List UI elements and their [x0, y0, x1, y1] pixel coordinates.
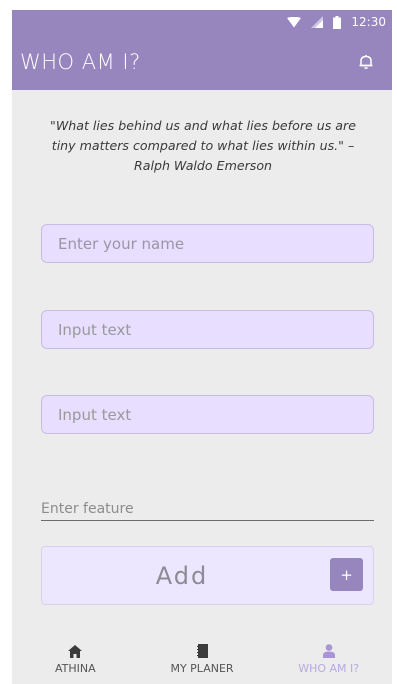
- plus-button[interactable]: +: [330, 558, 363, 591]
- status-bar: 12:30: [12, 10, 392, 34]
- home-icon: [68, 642, 83, 660]
- text-input-1[interactable]: [41, 310, 374, 349]
- signal-icon: [311, 16, 324, 28]
- quote-text: "What lies behind us and what lies befor…: [50, 118, 356, 173]
- nav-label-athina: ATHINA: [55, 662, 96, 675]
- feature-input[interactable]: [41, 497, 374, 521]
- bottom-nav: ATHINA MY PLANER WHO AM I?: [12, 634, 392, 684]
- bell-icon[interactable]: [354, 50, 378, 74]
- page-title: WHO AM I?: [20, 50, 141, 74]
- text-input-2[interactable]: [41, 395, 374, 434]
- add-button[interactable]: Add: [42, 547, 322, 604]
- name-input[interactable]: [41, 224, 374, 263]
- nav-label-my-planer: MY PLANER: [170, 662, 234, 675]
- notebook-icon: [196, 642, 208, 660]
- app-screen: 12:30 WHO AM I? "What lies behind us and…: [12, 10, 392, 684]
- nav-item-athina[interactable]: ATHINA: [12, 634, 139, 684]
- nav-item-my-planer[interactable]: MY PLANER: [139, 634, 266, 684]
- nav-item-who-am-i[interactable]: WHO AM I?: [265, 634, 392, 684]
- wifi-icon: [287, 16, 302, 28]
- person-icon: [322, 642, 335, 660]
- app-bar: WHO AM I?: [12, 34, 392, 90]
- status-time: 12:30: [351, 15, 386, 29]
- add-panel: Add +: [41, 546, 374, 605]
- battery-icon: [333, 15, 342, 29]
- nav-label-who-am-i: WHO AM I?: [298, 662, 360, 675]
- plus-icon: +: [340, 565, 353, 584]
